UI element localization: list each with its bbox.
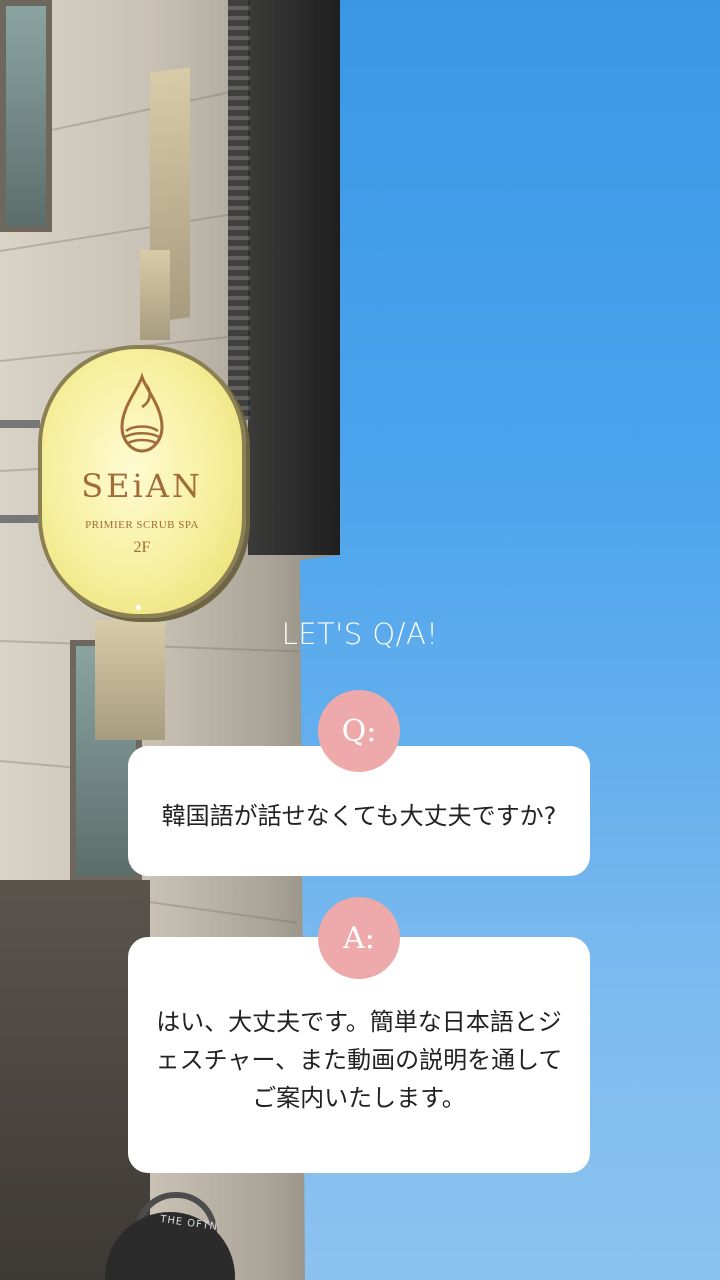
sign-bracket — [0, 420, 40, 428]
question-badge: Q: — [318, 690, 400, 772]
sign-light-dot — [136, 605, 141, 610]
answer-text: はい、大丈夫です。簡単な日本語とジェスチャー、また動画の説明を通してご案内いたし… — [155, 1008, 563, 1112]
qa-heading-text: LET'S Q/A! — [281, 617, 439, 651]
story-background: SEiAN PRIMIER SCRUB SPA 2F THE OFTN LET'… — [0, 0, 720, 1280]
spa-sign: SEiAN PRIMIER SCRUB SPA 2F — [38, 345, 246, 618]
sign-bracket — [0, 515, 40, 523]
answer-badge: A: — [318, 897, 400, 979]
droplet-logo-icon — [120, 372, 164, 453]
sign-subtitle: PRIMIER SCRUB SPA — [85, 519, 199, 531]
qa-heading: LET'S Q/A! — [0, 617, 720, 651]
window-ledge — [140, 250, 170, 340]
question-text: 韓国語が話せなくても大丈夫ですか? — [161, 802, 557, 830]
sign-brand-name: SEiAN — [81, 467, 203, 505]
sign-floor: 2F — [133, 539, 151, 556]
balcony-rail — [228, 0, 250, 420]
answer-badge-label: A: — [343, 920, 375, 956]
question-badge-label: Q: — [341, 713, 377, 749]
dark-awning — [248, 0, 340, 555]
upper-window — [0, 0, 52, 232]
